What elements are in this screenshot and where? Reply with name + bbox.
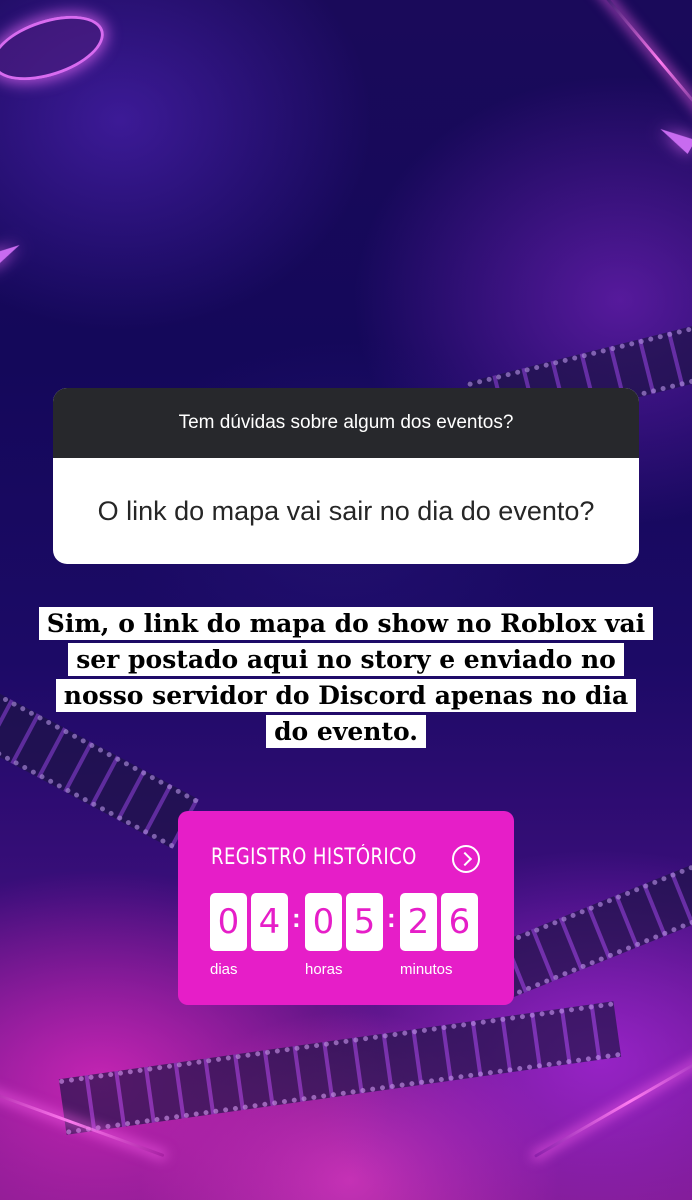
answer-line: do evento. xyxy=(266,715,426,748)
chevron-right-circle-icon[interactable] xyxy=(452,845,480,873)
countdown-digit-minutes-2: 6 xyxy=(441,893,478,951)
countdown-digit-days-1: 0 xyxy=(210,893,247,951)
countdown-separator: : xyxy=(387,903,396,933)
countdown-label-hours: horas xyxy=(305,961,343,978)
countdown-digit-hours-1: 0 xyxy=(305,893,342,951)
question-prompt: Tem dúvidas sobre algum dos eventos? xyxy=(53,388,639,458)
countdown-digit-hours-2: 5 xyxy=(346,893,383,951)
countdown-digit-minutes-1: 2 xyxy=(400,893,437,951)
countdown-sticker[interactable]: REGISTRO HISTÓRICO 0 4 : 0 5 : 2 6 dias … xyxy=(178,811,514,1005)
question-sticker[interactable]: Tem dúvidas sobre algum dos eventos? O l… xyxy=(53,388,639,564)
countdown-digit-days-2: 4 xyxy=(251,893,288,951)
answer-line: nosso servidor do Discord apenas no dia xyxy=(55,679,637,712)
countdown-separator: : xyxy=(292,903,301,933)
countdown-label-days: dias xyxy=(210,961,238,978)
answer-text: Sim, o link do mapa do show no Roblox va… xyxy=(0,606,692,750)
countdown-label-minutes: minutos xyxy=(400,961,453,978)
question-text: O link do mapa vai sair no dia do evento… xyxy=(97,495,595,526)
countdown-title: REGISTRO HISTÓRICO xyxy=(211,845,417,870)
answer-line: Sim, o link do mapa do show no Roblox va… xyxy=(38,607,654,640)
answer-line: ser postado aqui no story e enviado no xyxy=(68,643,624,676)
